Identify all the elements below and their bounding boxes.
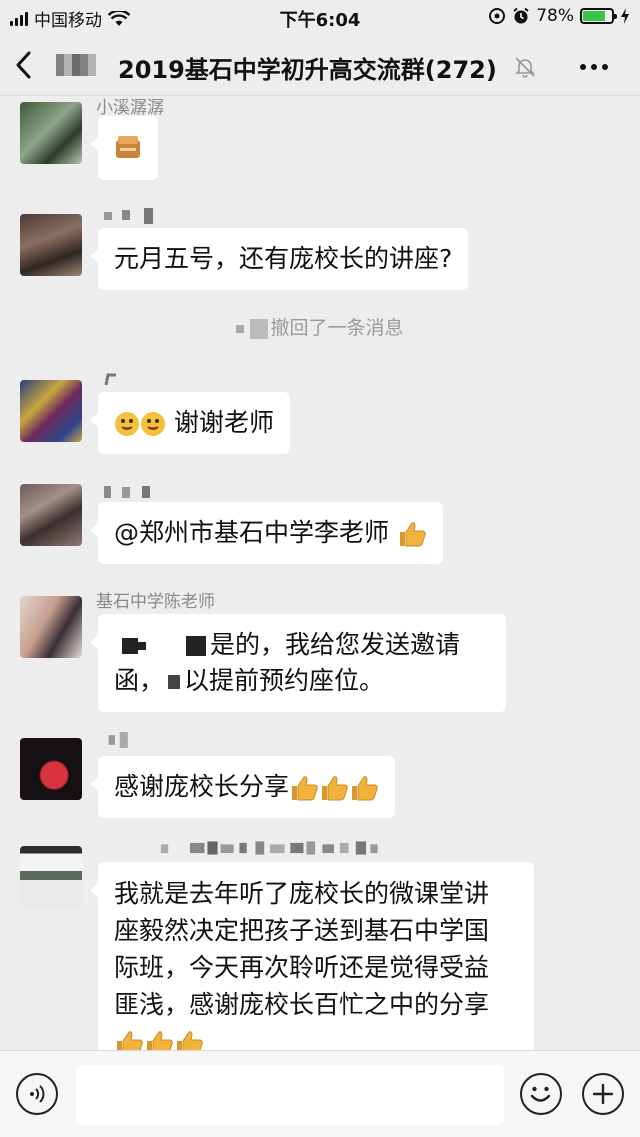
avatar[interactable] <box>20 846 82 908</box>
message-text: 元月五号，还有庞校长的讲座? <box>114 244 453 273</box>
message-bubble[interactable]: 感谢庞校长分享 <box>89 756 396 818</box>
message-input[interactable] <box>76 1065 504 1125</box>
voice-icon <box>30 1085 45 1103</box>
unread-indicator <box>56 54 96 76</box>
message-bubble[interactable]: 我就是去年听了庞校长的微课堂讲 座毅然决定把孩子送到基石中学国 际班，今天再次聆… <box>90 862 534 1050</box>
sender-name: 小溪潺潺 <box>96 98 164 118</box>
avatar[interactable] <box>20 738 82 800</box>
message-text: @郑州市基石中学李老师 <box>114 518 390 547</box>
chat-title: 2019基石中学初升高交流群(272) <box>118 56 497 84</box>
battery-icon <box>580 8 617 24</box>
bell-muted-icon <box>515 57 535 78</box>
battery-percent: 78% <box>536 6 574 26</box>
message-line: 我就是去年听了庞校长的微课堂讲 <box>114 879 490 908</box>
voice-input-button[interactable] <box>16 1073 58 1115</box>
smiley-icon <box>530 1086 551 1102</box>
avatar[interactable] <box>20 596 82 658</box>
message-line: 际班，今天再次聆听还是觉得受益 <box>114 953 490 982</box>
sender-name-blurred <box>108 732 128 748</box>
message-text: 是的，我给您发送邀请 <box>210 630 461 659</box>
message-line: 座毅然决定把孩子送到基石中学国 <box>114 916 490 945</box>
thumbs-up-icon <box>177 1031 203 1050</box>
sender-name-blurred <box>104 208 153 224</box>
avatar[interactable] <box>20 380 82 442</box>
recall-text: 撤回了一条消息 <box>270 317 404 339</box>
avatar[interactable] <box>20 102 82 164</box>
more-actions-button[interactable] <box>582 1073 624 1115</box>
message-line: 匪浅，感谢庞校长百忙之中的分享 <box>114 990 490 1019</box>
message-line <box>114 1023 518 1050</box>
message-list[interactable]: 小溪潺潺 元月五号，还有庞校长的讲座? 撤回了一条消息 谢谢老师 @郑州市基石中… <box>0 96 640 1050</box>
sender-name-blurred <box>104 486 150 498</box>
sticker-bubble[interactable] <box>90 116 158 180</box>
message-bubble[interactable]: 元月五号，还有庞校长的讲座? <box>89 228 469 290</box>
avatar[interactable] <box>20 484 82 546</box>
battery-fill <box>583 11 605 21</box>
chevron-left-icon <box>16 51 31 79</box>
message-text: 谢谢老师 <box>173 408 274 437</box>
redacted-text <box>122 638 138 654</box>
status-bar: 中国移动 下午6:04 78% <box>0 0 640 34</box>
status-right: 78% <box>488 6 630 26</box>
location-icon <box>489 8 506 24</box>
more-dots-icon <box>580 64 586 70</box>
sticker-icon <box>116 136 140 158</box>
message-bubble[interactable]: 是的，我给您发送邀请 函， 以提前预约座位。 <box>90 614 506 712</box>
thumbs-up-icon <box>117 1031 143 1050</box>
input-bar <box>0 1050 640 1137</box>
message-bubble[interactable]: 谢谢老师 <box>90 392 290 454</box>
plus-icon <box>592 1083 614 1105</box>
sender-name-blurred <box>160 841 378 855</box>
recalled-name-blur <box>236 324 245 333</box>
charging-icon <box>621 8 629 24</box>
system-tip: 撤回了一条消息 <box>0 313 640 340</box>
sender-name-blurred <box>104 373 116 386</box>
alarm-icon <box>513 7 529 24</box>
sender-name: 基石中学陈老师 <box>96 592 215 612</box>
thumbs-up-icon <box>399 522 426 547</box>
redacted-text <box>168 675 181 689</box>
more-options-button[interactable] <box>574 52 614 82</box>
emoji-tongue-icon <box>141 412 165 436</box>
message-text: 函， <box>114 666 165 695</box>
message-bubble[interactable]: @郑州市基石中学李老师 <box>90 502 443 564</box>
avatar[interactable] <box>20 214 82 276</box>
chat-header: 2019基石中学初升高交流群(272) <box>0 34 640 96</box>
emoji-tongue-icon <box>115 412 139 436</box>
emoji-button[interactable] <box>520 1073 562 1115</box>
thumbs-up-icon <box>322 776 348 801</box>
thumbs-up-icon <box>292 776 318 801</box>
message-text: 感谢庞校长分享 <box>114 772 290 801</box>
message-line: 函， 以提前预约座位。 <box>114 663 490 699</box>
thumbs-up-icon <box>352 776 378 801</box>
message-line: 是的，我给您发送邀请 <box>114 627 490 663</box>
thumbs-up-icon <box>147 1031 173 1050</box>
message-text: 以提前预约座位。 <box>184 666 385 695</box>
